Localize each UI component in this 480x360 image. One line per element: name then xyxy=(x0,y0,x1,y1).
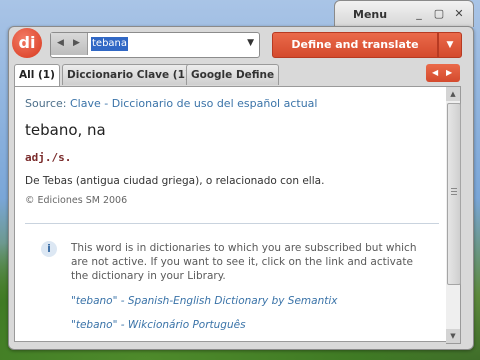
inactive-dictionary-link-semantix[interactable]: "tebano" - Spanish-English Dictionary by… xyxy=(71,295,337,307)
vertical-scrollbar[interactable]: ▲ ▼ xyxy=(446,86,461,344)
scroll-thumb[interactable] xyxy=(447,103,461,285)
tab-all[interactable]: All (1) xyxy=(14,64,60,87)
part-of-speech: adj./s. xyxy=(25,151,72,164)
define-and-translate-button[interactable]: Define and translate xyxy=(272,32,438,58)
source-row: Source: Clave - Diccionario de uso del e… xyxy=(25,97,317,110)
search-input[interactable]: tebana xyxy=(91,37,129,51)
chevron-down-icon[interactable]: ▼ xyxy=(247,38,254,48)
toolbar: di ◀ ▶ tebana ▼ Define and translate ▼ xyxy=(12,28,462,58)
tab-scroll-left-icon[interactable]: ◀ xyxy=(432,68,438,77)
scroll-down-icon[interactable]: ▼ xyxy=(446,329,460,343)
subscription-notice: This word is in dictionaries to which yo… xyxy=(71,242,417,282)
nav-arrows: ◀ ▶ xyxy=(51,33,88,55)
restore-button[interactable]: ▢ xyxy=(431,7,447,21)
tab-scroll-arrows: ◀ ▶ xyxy=(426,64,460,82)
divider xyxy=(25,223,439,224)
info-icon: i xyxy=(41,241,57,257)
copyright-notice: © Ediciones SM 2006 xyxy=(25,195,128,206)
scroll-up-icon[interactable]: ▲ xyxy=(446,87,460,101)
source-link[interactable]: Clave - Diccionario de uso del español a… xyxy=(70,97,317,110)
app-logo: di xyxy=(12,28,42,58)
tab-scroll-right-icon[interactable]: ▶ xyxy=(446,68,452,77)
definition-text: De Tebas (antigua ciudad griega), o rela… xyxy=(25,175,325,187)
inactive-dictionary-link-wikcionario[interactable]: "tebano" - Wikcionário Português xyxy=(71,319,246,331)
window-titlebar: Menu _ ▢ ✕ xyxy=(334,0,474,27)
source-label: Source: xyxy=(25,97,67,110)
minimize-button[interactable]: _ xyxy=(411,7,427,21)
headword: tebano, na xyxy=(25,121,106,139)
forward-arrow-icon[interactable]: ▶ xyxy=(73,38,80,48)
tab-google-define[interactable]: Google Define xyxy=(186,64,280,85)
back-arrow-icon[interactable]: ◀ xyxy=(57,38,64,48)
tab-diccionario-clave[interactable]: Diccionario Clave (1) xyxy=(62,64,195,85)
close-button[interactable]: ✕ xyxy=(451,7,467,21)
define-options-dropdown[interactable]: ▼ xyxy=(438,32,462,58)
result-tabs: All (1) Diccionario Clave (1) Google Def… xyxy=(14,64,462,87)
definition-panel: Source: Clave - Diccionario de uso del e… xyxy=(14,86,448,342)
search-group: ◀ ▶ tebana ▼ xyxy=(50,32,260,58)
menu-button[interactable]: Menu xyxy=(353,8,387,21)
